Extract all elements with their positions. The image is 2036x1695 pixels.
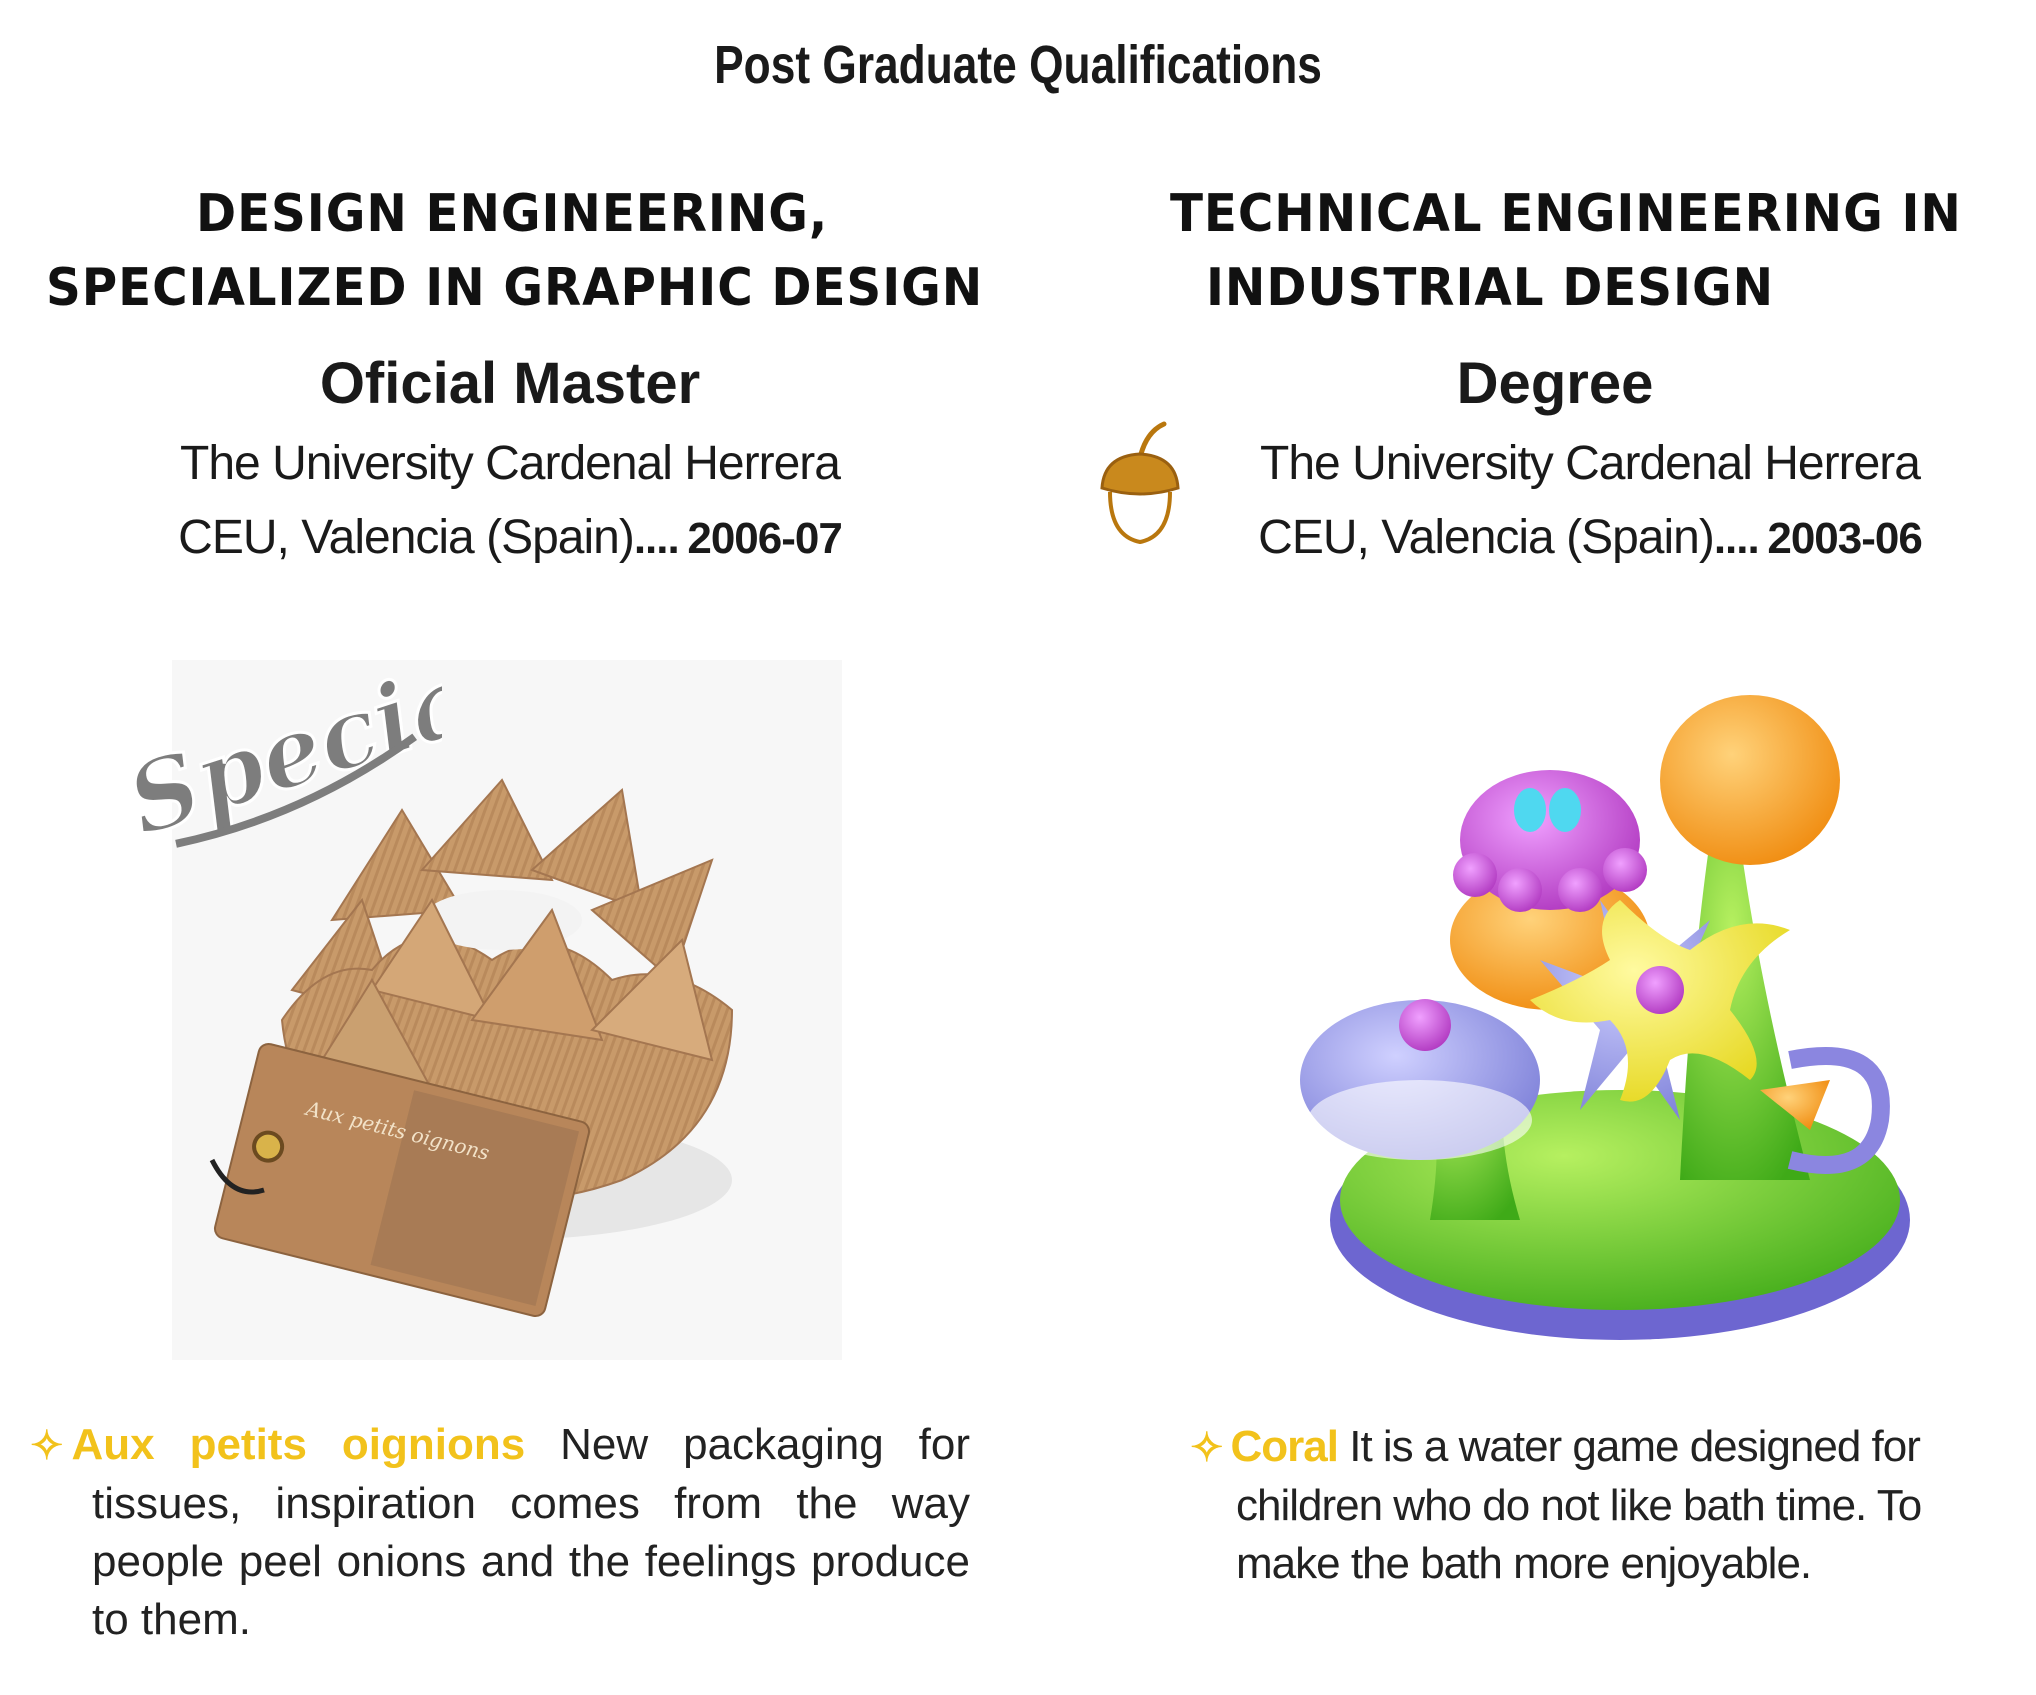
program-title-line2: INDUSTRIAL DESIGN — [1206, 258, 1774, 318]
degree-type: Degree — [1456, 351, 1654, 416]
project-description-right: ✧ Coral It is a water game designed for c… — [1190, 1418, 1990, 1593]
project-name: Coral — [1230, 1422, 1339, 1471]
dots: .... — [633, 514, 680, 563]
program-title-line2: SPECIALIZED IN GRAPHIC DESIGN — [46, 258, 984, 318]
program-title-line1: DESIGN ENGINEERING, — [196, 184, 829, 244]
project-description-left: ✧ Aux petits oignions New packaging for t… — [30, 1416, 970, 1649]
four-point-star-bullet-icon: ✧ — [30, 1424, 64, 1468]
special-badge: Special — [112, 628, 523, 859]
page-title: Post Graduate Qualifications — [714, 35, 1322, 95]
four-point-star-bullet-icon: ✧ — [1190, 1426, 1224, 1470]
project-desc: It is a water game designed for children… — [1236, 1422, 1922, 1588]
degree-type: Oficial Master — [319, 351, 701, 416]
university-line2: CEU, Valencia (Spain).... 2003-06 — [1258, 511, 1923, 564]
university-line2: CEU, Valencia (Spain).... 2006-07 — [178, 511, 843, 564]
dots: .... — [1713, 514, 1760, 563]
project-name: Aux petits oignions — [71, 1420, 526, 1469]
acorn-icon — [1094, 418, 1186, 555]
years: 2006-07 — [687, 514, 842, 563]
university-line1: The University Cardenal Herrera — [1260, 437, 1921, 490]
program-title-line1: TECHNICAL ENGINEERING IN — [1170, 184, 1962, 244]
coral-toy-image — [1290, 660, 1910, 1340]
university-line1: The University Cardenal Herrera — [180, 437, 841, 490]
years: 2003-06 — [1767, 514, 1922, 563]
